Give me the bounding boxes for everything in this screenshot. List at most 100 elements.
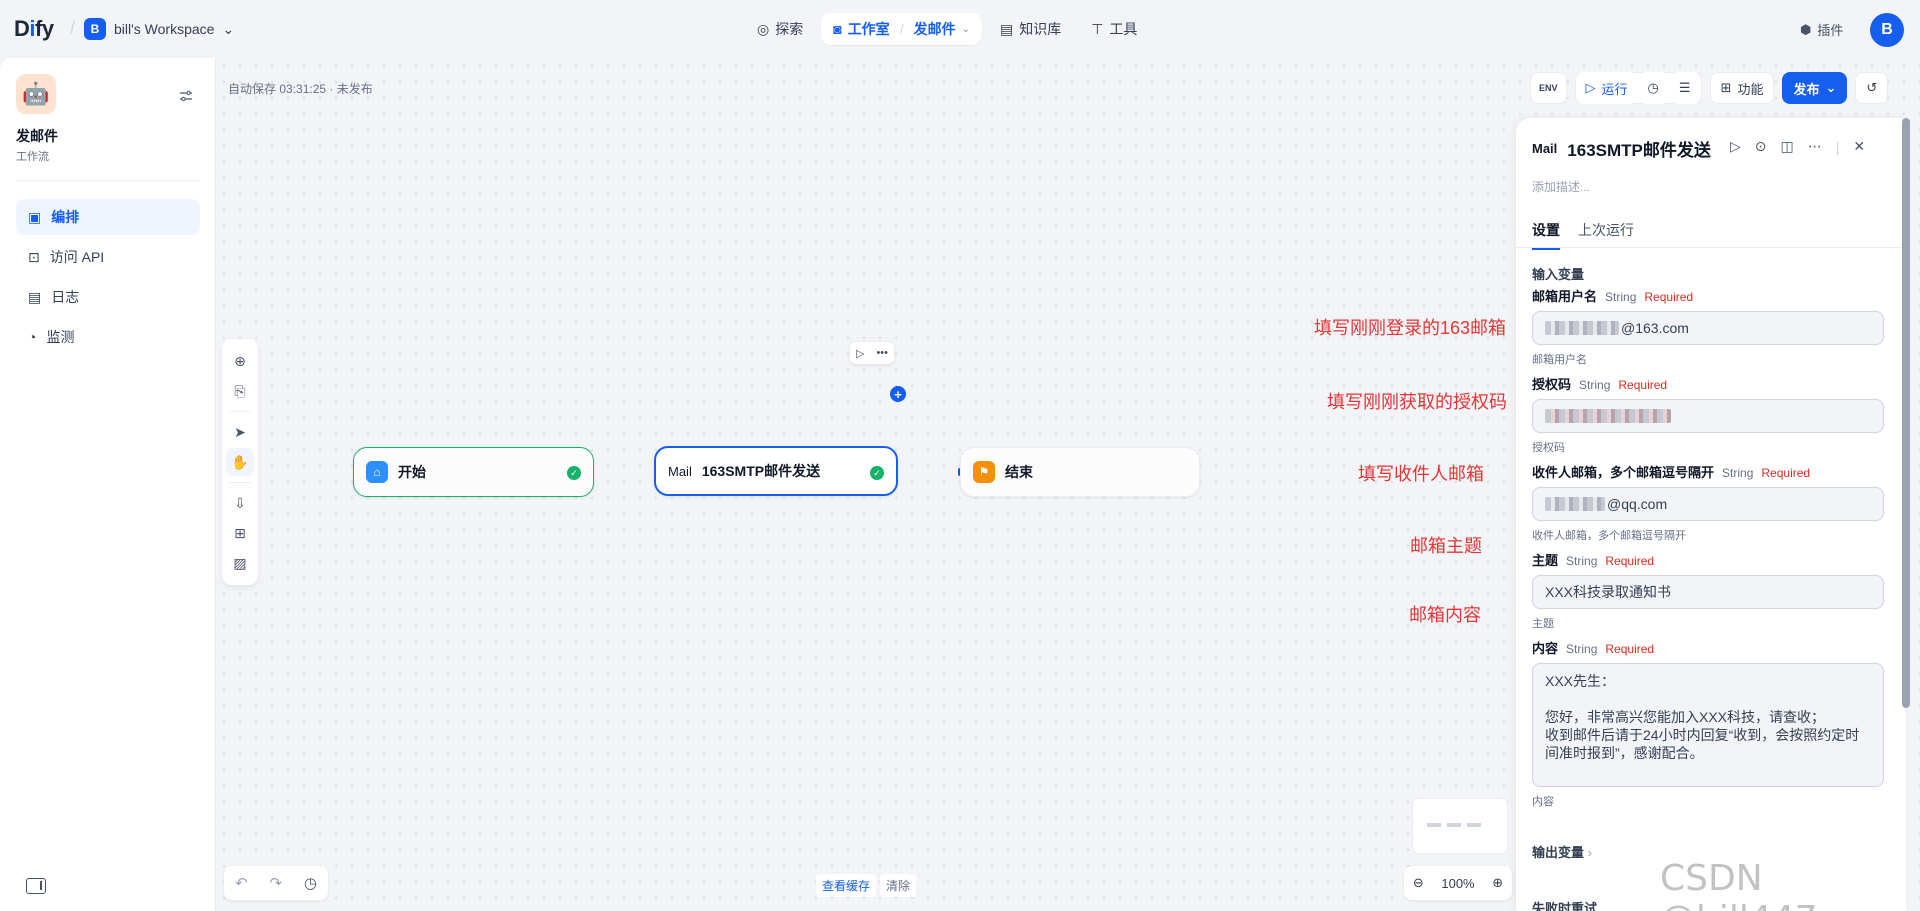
success-check-icon: ✓ [870, 466, 884, 480]
cache-controls: 查看缓存 清除 [816, 874, 917, 897]
minimap[interactable] [1412, 798, 1508, 854]
redacted-text [1545, 321, 1619, 335]
redo-icon[interactable]: ↷ [269, 874, 282, 892]
panel-header: Mail 163SMTP邮件发送 [1532, 136, 1711, 161]
checklist-icon[interactable]: ☰ [1668, 72, 1701, 104]
version-history-icon[interactable]: ↺ [1855, 72, 1889, 104]
zoom-controls: ⊖ 100% ⊕ [1404, 866, 1512, 900]
app-type: 工作流 [16, 151, 49, 163]
autosave-status: 自动保存 03:31:25 · 未发布 [228, 82, 373, 96]
workspace-name: bill's Workspace [114, 21, 215, 37]
zoom-in-icon[interactable]: ⊕ [1492, 875, 1503, 891]
gauge-icon: ◔ [28, 329, 37, 345]
user-avatar[interactable]: B [1870, 13, 1904, 47]
redacted-text [1545, 497, 1605, 511]
annotation-subject: 邮箱主题 [1410, 536, 1482, 556]
canvas-tools: ⊕ ⎘ ➤ ✋ ⇩ ⊞ ▨ [222, 339, 258, 585]
undo-icon[interactable]: ↶ [235, 874, 248, 892]
node-settings-panel: Mail 163SMTP邮件发送 ▷ ⊙ ◫ ⋯ | ✕ 添加描述... 设置 … [1516, 118, 1906, 911]
watermark: CSDN @bill447 [1660, 858, 1818, 911]
success-check-icon: ✓ [567, 466, 581, 480]
history-controls: ↶ ↷ ◷ [224, 866, 328, 900]
pointer-icon[interactable]: ➤ [226, 418, 254, 446]
run-group: ▷ 运行 ◷ ☰ [1574, 72, 1702, 104]
panel-actions: ▷ ⊙ ◫ ⋯ | ✕ [1730, 138, 1866, 155]
help-icon[interactable]: ⊙ [1755, 138, 1767, 155]
add-note-icon[interactable]: ⎘ [226, 377, 254, 405]
workspace-switcher[interactable]: B bill's Workspace ⌄ [84, 18, 234, 40]
field-recipient: 收件人邮箱，多个邮箱逗号隔开 String Required @qq.com 收… [1532, 462, 1884, 543]
grid-plus-icon: ⊞ [1720, 80, 1732, 95]
view-cache-button[interactable]: 查看缓存 [816, 874, 877, 897]
env-button[interactable]: ENV [1530, 72, 1567, 104]
organize-nodes-icon[interactable]: ⊞ [226, 519, 254, 547]
export-image-icon[interactable]: ⇩ [226, 489, 254, 517]
clear-cache-button[interactable]: 清除 [880, 874, 917, 897]
more-icon[interactable]: ⋯ [1808, 138, 1822, 155]
divider [16, 180, 200, 181]
flag-icon: ⚑ [973, 461, 995, 483]
more-icon[interactable]: ••• [876, 347, 888, 359]
annotation-auth: 填写刚刚获取的授权码 [1327, 392, 1507, 412]
mail-icon: Mail [1532, 141, 1558, 156]
robot-avatar-icon: 🤖 [16, 74, 56, 114]
sidebar-menu: ▣ 编排 ⊡ 访问 API ▤ 日志 ◔ 监测 [16, 199, 200, 359]
start-node[interactable]: ⌂ 开始 ✓ [353, 447, 594, 497]
play-icon: ▷ [1585, 80, 1596, 95]
top-bar: Dify / B bill's Workspace ⌄ ◎ 探索 ◙ 工作室 /… [0, 0, 1920, 58]
add-next-node-icon[interactable]: + [890, 386, 906, 402]
sidebar-collapse-icon[interactable] [26, 878, 46, 894]
terminal-icon: ⊡ [28, 248, 40, 265]
annotation-username: 填写刚刚登录的163邮箱 [1313, 318, 1506, 338]
zoom-level[interactable]: 100% [1441, 876, 1474, 891]
settings-sliders-icon[interactable] [178, 88, 194, 104]
tab-last-run[interactable]: 上次运行 [1578, 220, 1634, 250]
split-view-icon[interactable]: ◫ [1781, 138, 1794, 155]
hand-icon[interactable]: ✋ [226, 448, 254, 476]
nav-tools[interactable]: ⊤ 工具 [1079, 13, 1149, 45]
nav-explore[interactable]: ◎ 探索 [745, 13, 815, 45]
output-variables-heading[interactable]: 输出变量 › [1532, 842, 1592, 861]
auth-code-input[interactable] [1532, 399, 1884, 433]
nav-knowledge[interactable]: ▤ 知识库 [988, 13, 1073, 45]
subject-input[interactable]: XXX科技录取通知书 [1532, 575, 1884, 609]
app-sidebar: 🤖 发邮件 工作流 ▣ 编排 ⊡ 访问 API ▤ 日志 ◔ 监测 [0, 58, 216, 911]
close-icon[interactable]: ✕ [1853, 138, 1865, 155]
username-input[interactable]: @163.com [1532, 311, 1884, 345]
mail-node[interactable]: Mail 163SMTP邮件发送 ✓ [654, 446, 898, 496]
panel-scrollbar[interactable] [1902, 118, 1910, 708]
run-button[interactable]: ▷ 运行 [1575, 72, 1638, 104]
run-step-icon[interactable]: ▷ [1730, 138, 1741, 155]
description-input[interactable]: 添加描述... [1532, 178, 1590, 195]
publish-button[interactable]: 发布 ⌄ [1782, 72, 1848, 104]
run-history-icon[interactable]: ◷ [1637, 72, 1669, 104]
run-node-icon[interactable]: ▷ [856, 347, 864, 360]
panel-tabs: 设置 上次运行 [1532, 220, 1634, 250]
nav-studio[interactable]: ◙ 工作室 / 发邮件 ⌄ [821, 13, 982, 45]
sidebar-item-logs[interactable]: ▤ 日志 [16, 279, 200, 315]
retry-on-failure-heading: 失败时重试 [1532, 901, 1598, 911]
sidebar-item-monitor[interactable]: ◔ 监测 [16, 319, 200, 355]
zoom-out-icon[interactable]: ⊖ [1413, 875, 1424, 891]
dify-logo[interactable]: Dify [14, 16, 54, 42]
minimap-icon[interactable]: ▨ [226, 549, 254, 577]
field-auth-code: 授权码 String Required 授权码 [1532, 374, 1884, 455]
file-text-icon: ▤ [28, 288, 42, 305]
end-node[interactable]: ⚑ 结束 [960, 447, 1200, 497]
plugins-button[interactable]: ⬢ 插件 [1800, 20, 1843, 39]
sidebar-item-api[interactable]: ⊡ 访问 API [16, 239, 200, 275]
sidebar-item-orchestrate[interactable]: ▣ 编排 [16, 199, 200, 235]
field-username: 邮箱用户名 String Required @163.com 邮箱用户名 [1532, 286, 1884, 367]
current-app-switcher[interactable]: 发邮件 [914, 19, 956, 39]
panel-title[interactable]: 163SMTP邮件发送 [1567, 136, 1711, 161]
chevron-down-icon: ⌄ [1825, 80, 1837, 95]
add-node-icon[interactable]: ⊕ [226, 347, 254, 375]
input-variables-heading: 输入变量 [1532, 267, 1585, 282]
node-quick-actions: ▷ ••• [850, 342, 894, 364]
history-icon[interactable]: ◷ [304, 874, 317, 892]
features-button[interactable]: ⊞ 功能 [1709, 72, 1775, 104]
recipient-input[interactable]: @qq.com [1532, 487, 1884, 521]
content-textarea[interactable]: XXX先生： 您好，非常高兴您能加入XXX科技，请查收； 收到邮件后请于24小时… [1532, 663, 1884, 787]
tab-settings[interactable]: 设置 [1532, 220, 1560, 250]
annotation-recipient: 填写收件人邮箱 [1358, 464, 1484, 484]
